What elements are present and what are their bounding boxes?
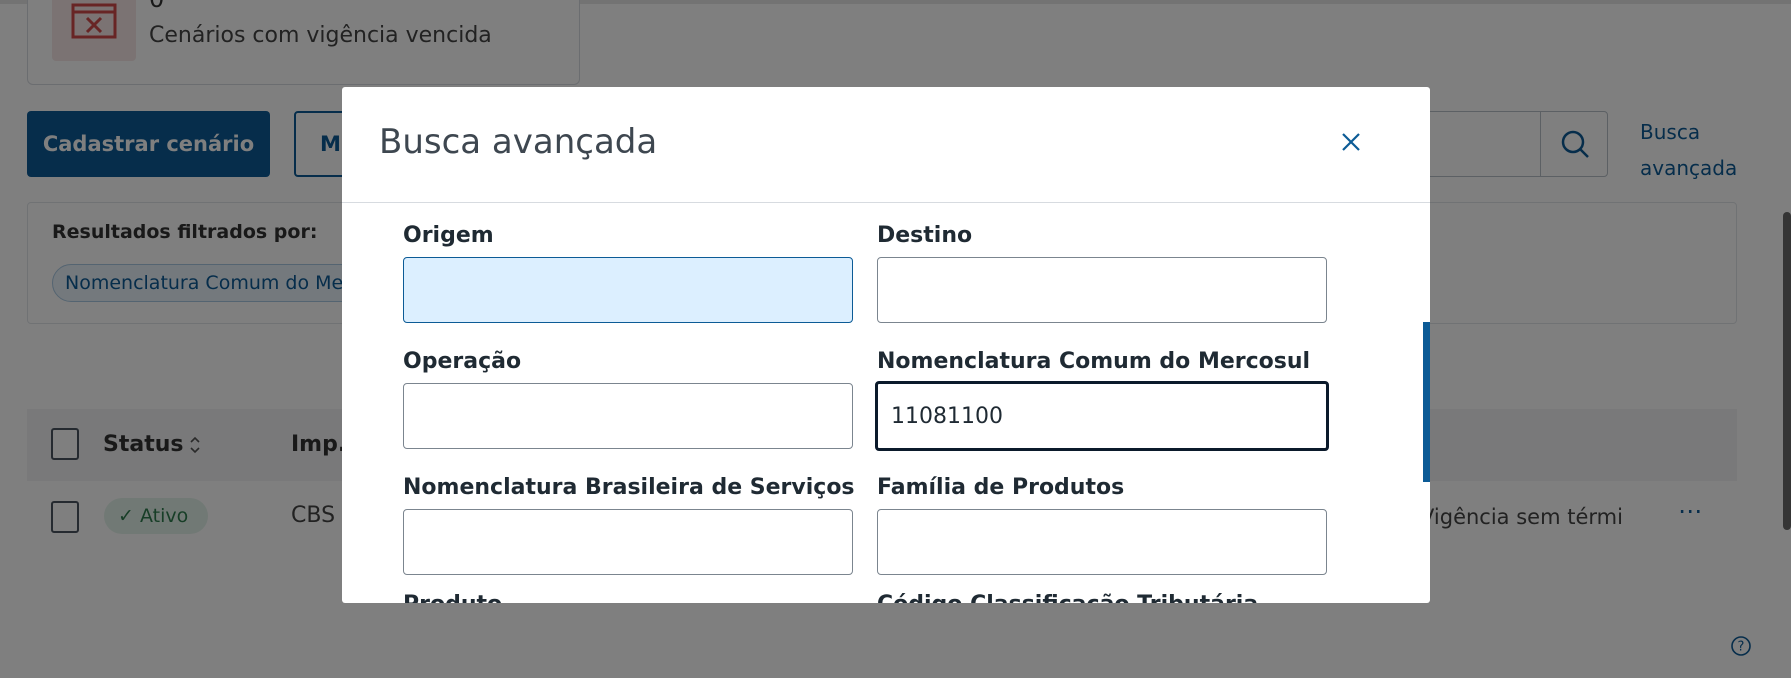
modal-title: Busca avançada [379,122,658,162]
modal-scrollbar[interactable] [1423,322,1430,482]
origem-label: Origem [403,223,494,248]
operacao-label: Operação [403,349,522,374]
ncm-field[interactable] [875,381,1329,451]
nbs-label: Nomenclatura Brasileira de Serviços [403,475,855,500]
close-icon[interactable] [1338,129,1364,155]
codigo-classificacao-label: Código Classificação Tributária [877,592,1258,603]
origem-field[interactable] [403,257,853,323]
destino-label: Destino [877,223,973,248]
modal-form: Origem Destino Operação Nomenclatura Com… [342,203,1430,603]
nbs-field[interactable] [403,509,853,575]
ncm-label: Nomenclatura Comum do Mercosul [877,349,1311,374]
familia-produtos-field[interactable] [877,509,1327,575]
advanced-search-modal: Busca avançada Origem Destino Operação N… [342,87,1430,603]
produto-label: Produto [403,592,502,603]
familia-produtos-label: Família de Produtos [877,475,1125,500]
destino-field[interactable] [877,257,1327,323]
operacao-field[interactable] [403,383,853,449]
